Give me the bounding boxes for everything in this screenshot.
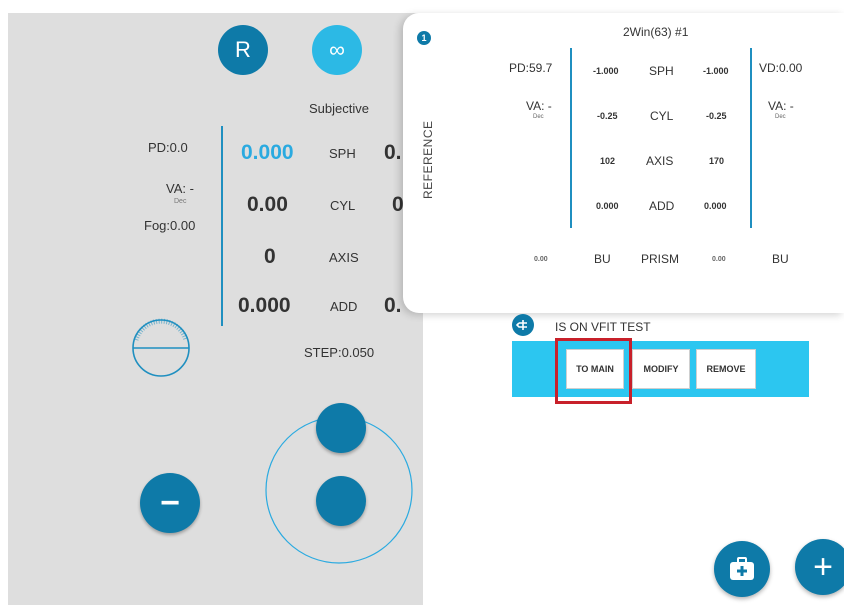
- reference-vd: VD:0.00: [759, 61, 803, 75]
- vfit-status: IS ON VFIT TEST: [555, 320, 651, 334]
- add-label: ADD: [330, 299, 358, 314]
- reference-prism-left-base: BU: [594, 252, 611, 266]
- reference-add-label: ADD: [649, 199, 675, 213]
- reference-axis-label: AXIS: [646, 154, 674, 168]
- cyl-value-right[interactable]: 0: [392, 193, 404, 217]
- reference-sph-label: SPH: [649, 64, 674, 78]
- infinity-button[interactable]: ∞: [312, 25, 362, 75]
- reference-card: 1 REFERENCE 2Win(63) #1 PD:59.7 VD:0.00 …: [403, 13, 844, 313]
- modify-button[interactable]: MODIFY: [632, 349, 690, 389]
- pd-value: PD:0.0: [148, 140, 188, 155]
- medical-kit-icon: [730, 557, 754, 580]
- to-main-highlight: [555, 338, 632, 404]
- va-value: VA: -: [166, 181, 194, 196]
- reference-add-right: 0.000: [704, 201, 727, 211]
- sph-label: SPH: [329, 146, 356, 161]
- cyl-label: CYL: [330, 198, 356, 213]
- eye-r-button[interactable]: R: [218, 25, 268, 75]
- reference-va-left-unit: Dec: [533, 114, 544, 120]
- reference-sph-right: -1.000: [703, 66, 729, 76]
- reference-va-right-unit: Dec: [775, 114, 786, 120]
- protractor-icon[interactable]: [126, 318, 196, 378]
- add-lens-button[interactable]: [714, 541, 770, 597]
- column-divider: [221, 126, 223, 326]
- reference-prism-left-value: 0.00: [534, 256, 548, 263]
- va-unit: Dec: [174, 198, 187, 205]
- reference-left-divider: [570, 48, 572, 228]
- reference-badge: 1: [417, 31, 431, 45]
- axis-value[interactable]: 0: [264, 245, 276, 269]
- reference-right-divider: [750, 48, 752, 228]
- remove-button[interactable]: REMOVE: [696, 349, 756, 389]
- cyl-value[interactable]: 0.00: [247, 193, 288, 217]
- reference-cyl-label: CYL: [650, 109, 674, 123]
- reference-tab-label[interactable]: REFERENCE: [421, 120, 435, 199]
- reference-va-right: VA: -: [768, 99, 794, 113]
- add-value[interactable]: 0.000: [238, 294, 291, 318]
- reference-prism-label: PRISM: [641, 252, 680, 266]
- reference-axis-left: 102: [600, 156, 616, 166]
- subjective-panel: R ∞ Subjective PD:0.0 VA: - Dec Fog:0.00…: [8, 13, 423, 605]
- reference-title: 2Win(63) #1: [623, 25, 689, 39]
- vfit-icon: [512, 314, 534, 336]
- reference-add-left: 0.000: [596, 201, 619, 211]
- reference-prism-right-value: 0.00: [712, 256, 726, 263]
- add-button[interactable]: +: [795, 539, 844, 595]
- sph-value-right[interactable]: 0.: [384, 141, 402, 165]
- sph-value[interactable]: 0.000: [241, 141, 294, 165]
- reference-pd: PD:59.7: [509, 61, 553, 75]
- reference-sph-left: -1.000: [593, 66, 619, 76]
- joystick-top-knob[interactable]: [316, 403, 366, 453]
- reference-va-left: VA: -: [526, 99, 552, 113]
- reference-axis-right: 170: [709, 156, 725, 166]
- reference-prism-right-base: BU: [772, 252, 789, 266]
- fog-value: Fog:0.00: [144, 218, 196, 233]
- step-value: STEP:0.050: [304, 345, 375, 360]
- reference-cyl-left: -0.25: [597, 111, 618, 121]
- reference-cyl-right: -0.25: [706, 111, 727, 121]
- add-value-right[interactable]: 0.: [384, 294, 402, 318]
- mode-label: Subjective: [309, 101, 369, 116]
- joystick-center-knob[interactable]: [316, 476, 366, 526]
- minus-button[interactable]: −: [140, 473, 200, 533]
- axis-label: AXIS: [329, 250, 359, 265]
